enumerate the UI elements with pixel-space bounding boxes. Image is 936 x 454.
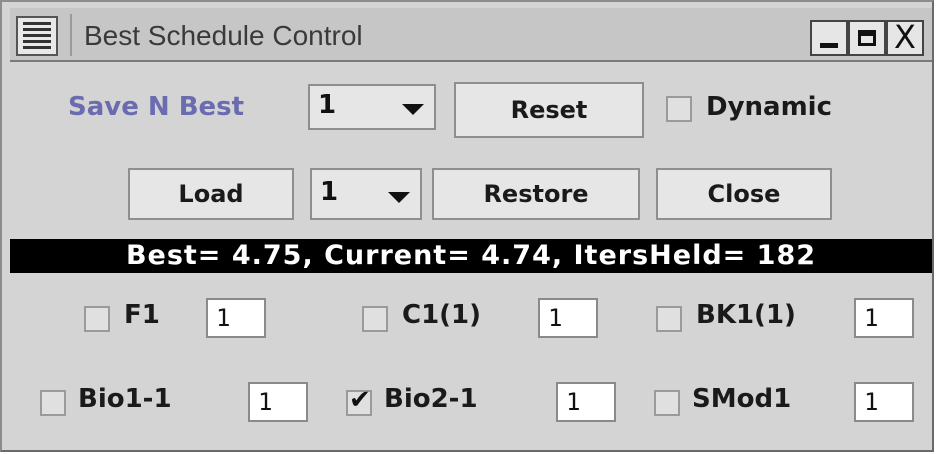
bk1-label: BK1(1)	[696, 300, 796, 330]
dynamic-label: Dynamic	[706, 92, 833, 122]
load-index-select[interactable]: 1	[310, 168, 422, 220]
bio1-field[interactable]: 1	[248, 382, 308, 422]
save-n-best-select[interactable]: 1	[308, 84, 436, 130]
load-index-value: 1	[320, 177, 339, 207]
load-button[interactable]: Load	[128, 168, 294, 220]
check-icon: ✔	[349, 385, 371, 415]
smod1-field[interactable]: 1	[854, 382, 914, 422]
f1-label: F1	[124, 300, 160, 330]
window-menu-icon[interactable]	[16, 16, 58, 56]
close-icon: X	[894, 18, 916, 56]
c1-checkbox[interactable]	[362, 306, 388, 332]
f1-checkbox[interactable]	[84, 306, 110, 332]
bio2-checkbox[interactable]: ✔	[346, 385, 372, 416]
restore-button[interactable]: Restore	[432, 168, 640, 220]
maximize-icon	[858, 30, 876, 46]
bio2-label: Bio2-1	[384, 384, 478, 414]
chevron-down-icon	[402, 104, 424, 115]
bk1-field[interactable]: 1	[854, 298, 914, 338]
c1-label: C1(1)	[402, 300, 482, 330]
f1-field[interactable]: 1	[206, 298, 266, 338]
dynamic-checkbox[interactable]	[666, 96, 692, 122]
c1-field[interactable]: 1	[538, 298, 598, 338]
minimize-icon	[820, 43, 838, 48]
save-n-best-label: Save N Best	[68, 92, 245, 122]
close-window-button[interactable]: X	[886, 18, 924, 56]
bk1-checkbox[interactable]	[656, 306, 682, 332]
best-schedule-window: Best Schedule Control X Save N Best 1 Re…	[0, 0, 934, 452]
reset-button[interactable]: Reset	[454, 82, 644, 138]
bio2-field[interactable]: 1	[556, 382, 616, 422]
title-bar[interactable]: Best Schedule Control X	[10, 8, 932, 62]
bio1-checkbox[interactable]	[40, 390, 66, 416]
save-n-best-value: 1	[318, 90, 337, 120]
smod1-checkbox[interactable]	[654, 390, 680, 416]
status-bar: Best= 4.75, Current= 4.74, ItersHeld= 18…	[10, 239, 932, 273]
bio1-label: Bio1-1	[78, 384, 172, 414]
window-title: Best Schedule Control	[84, 20, 363, 51]
smod1-label: SMod1	[692, 384, 792, 414]
title-separator	[70, 14, 72, 56]
chevron-down-icon	[388, 192, 410, 203]
minimize-button[interactable]	[810, 20, 848, 56]
close-button[interactable]: Close	[656, 168, 832, 220]
maximize-button[interactable]	[848, 20, 886, 56]
